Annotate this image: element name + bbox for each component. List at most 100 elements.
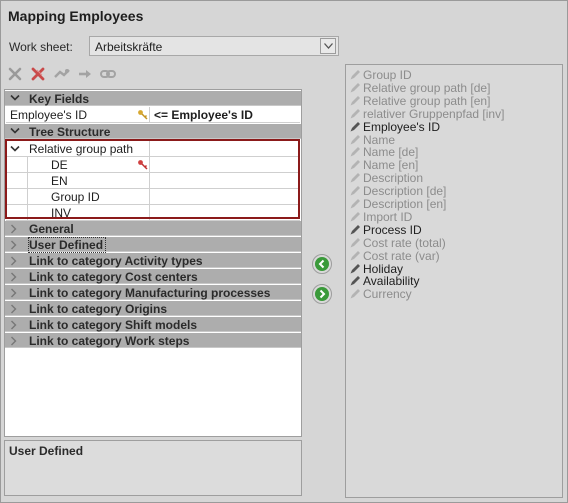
tree-child-row[interactable]: EN [6,173,300,189]
relative-group-path-label: Relative group path [29,142,134,156]
chevron-right-icon[interactable] [10,288,18,298]
delete-icon[interactable] [8,67,26,85]
chevron-right-icon[interactable] [10,240,18,250]
column-divider [149,107,150,123]
key-field-label: Employee's ID [10,108,87,122]
group-label: Link to category Cost centers [29,270,198,284]
group-link-shift-models[interactable]: Link to category Shift models [5,317,301,332]
key-field-mapping: <= Employee's ID [154,108,253,122]
group-label: Tree Structure [29,125,111,139]
arrow-left-icon [315,257,329,271]
chevron-right-icon[interactable] [10,272,18,282]
field-item-label: Availability [363,274,420,289]
description-panel: User Defined [4,440,302,496]
chevron-right-icon[interactable] [10,304,18,314]
worksheet-value: Arbeitskräfte [95,40,163,54]
pencil-icon [350,289,360,299]
arrow-right-icon[interactable] [78,67,96,85]
key-icon [138,160,148,170]
relative-group-path-row[interactable]: Relative group path [6,141,300,157]
tree-child-label: DE [51,158,68,172]
assign-right-button[interactable] [312,284,332,304]
field-item-label: Cost rate (var) [363,248,440,263]
field-item-label: Description [de] [363,184,447,199]
field-item-label: Import ID [363,209,413,224]
group-link-activity-types[interactable]: Link to category Activity types [5,253,301,268]
chevron-down-icon[interactable] [10,94,20,102]
column-divider [149,141,150,221]
tree-child-row[interactable]: Group ID [6,189,300,205]
indent-divider [27,157,28,221]
group-label: Link to category Shift models [29,318,198,332]
field-item-label: Group ID [363,68,412,82]
pencil-icon [350,95,360,106]
delete-all-icon[interactable] [30,67,48,85]
mapping-tree[interactable]: Key Fields Employee's ID <= Employee's I… [4,89,302,437]
group-label: General [29,222,74,236]
tree-child-label: Group ID [51,190,100,204]
group-user-defined[interactable]: User Defined [5,237,301,253]
worksheet-label: Work sheet: [9,40,73,54]
group-label: Key Fields [29,92,90,106]
field-item-label: Relative group path [de] [363,80,491,95]
pencil-icon [350,276,360,286]
chevron-down-icon[interactable] [10,127,20,135]
group-tree-structure[interactable]: Tree Structure [5,124,301,139]
worksheet-select[interactable]: Arbeitskräfte [89,36,339,56]
pencil-icon [350,173,360,183]
group-label: Link to category Manufacturing processes [29,286,271,300]
field-item-label: Name [de] [363,145,419,160]
window-title: Mapping Employees [8,8,144,24]
pencil-icon [350,199,360,209]
assign-left-button[interactable] [312,254,332,274]
field-item[interactable]: Currency [349,287,559,302]
field-item-label: Currency [363,287,412,302]
group-key-fields[interactable]: Key Fields [5,91,301,106]
group-link-manufacturing-processes[interactable]: Link to category Manufacturing processes [5,285,301,300]
field-item-label: Name [en] [363,158,419,173]
key-field-row[interactable]: Employee's ID <= Employee's ID [6,107,300,123]
pencil-icon [350,250,360,261]
group-link-origins[interactable]: Link to category Origins [5,301,301,316]
field-item-label: Employee's ID [363,119,440,134]
pencil-icon [350,70,360,80]
chevron-right-icon[interactable] [10,256,18,266]
description-title: User Defined [9,444,84,458]
group-label: User Defined [27,237,107,253]
group-link-cost-centers[interactable]: Link to category Cost centers [5,269,301,284]
chain-icon[interactable] [100,67,118,85]
source-field-list[interactable]: Group ID Relative group path [de] Relative… [345,64,563,498]
pencil-icon [350,108,360,119]
chevron-right-icon[interactable] [10,320,18,330]
field-item-label: Cost rate (total) [363,235,446,250]
field-item-label: relativer Gruppenpfad [inv] [363,106,505,121]
field-item-label: Relative group path [en] [363,93,491,108]
field-item-label: Description [363,171,424,186]
arrow-right-icon [315,287,329,301]
chevron-down-icon[interactable] [320,38,336,54]
pencil-icon [350,147,360,157]
pencil-icon [350,224,360,235]
group-general[interactable]: General [5,221,301,236]
pencil-icon [350,237,360,248]
toolbar [4,67,302,87]
link-icon[interactable] [54,67,72,85]
pencil-icon [350,82,360,93]
pencil-icon [350,211,360,222]
pencil-icon [350,134,360,144]
chevron-right-icon[interactable] [10,224,18,234]
field-item-label: Process ID [363,222,422,237]
tree-child-row[interactable]: INV [6,205,300,221]
chevron-down-icon[interactable] [10,145,20,153]
pencil-icon [350,121,360,132]
group-label: Link to category Work steps [29,334,190,348]
group-label: Link to category Origins [29,302,168,316]
field-item-label: Holiday [363,261,404,276]
group-link-work-steps[interactable]: Link to category Work steps [5,333,301,348]
field-item-label: Name [363,132,396,147]
chevron-right-icon[interactable] [10,336,18,346]
tree-child-row[interactable]: DE [6,157,300,173]
pencil-icon [350,263,360,273]
tree-child-label: EN [51,174,68,188]
group-label: Link to category Activity types [29,254,203,268]
